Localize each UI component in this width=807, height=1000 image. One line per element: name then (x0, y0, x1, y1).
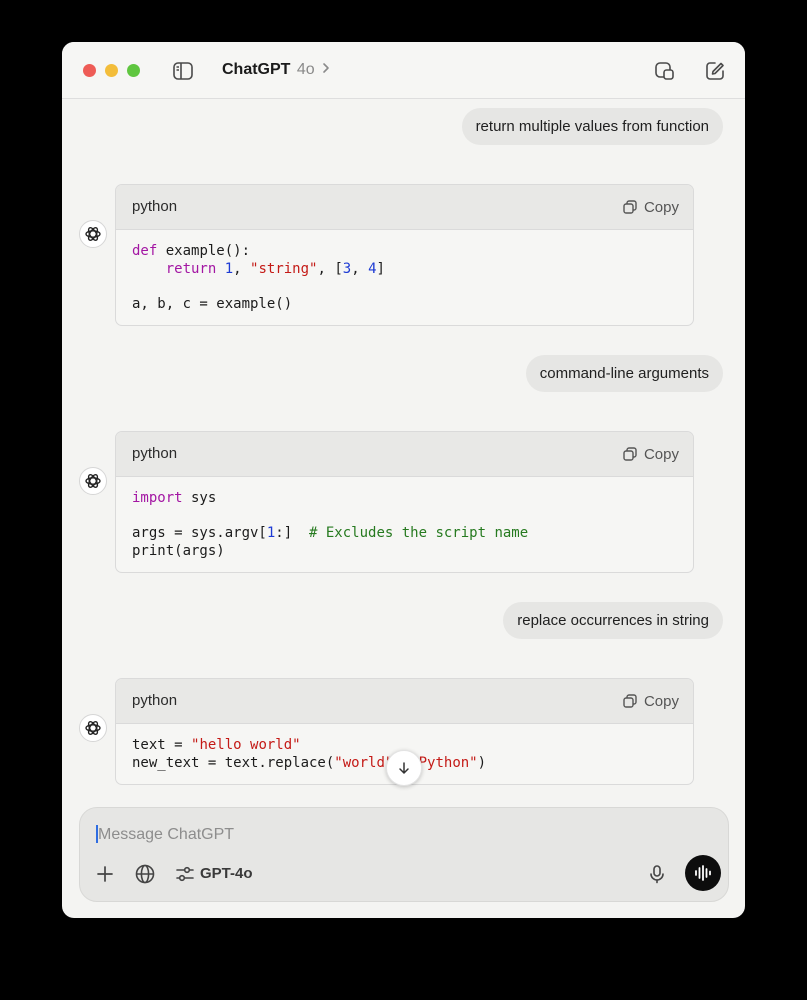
message-input[interactable] (96, 822, 700, 848)
compose-icon[interactable] (704, 60, 726, 82)
new-window-icon[interactable] (654, 60, 676, 82)
conversation[interactable]: return multiple values from function pyt… (62, 99, 745, 799)
code-block: python Copy import sys args = sys.argv[1… (115, 431, 694, 573)
code-content[interactable]: import sys args = sys.argv[1:] # Exclude… (116, 477, 693, 572)
copy-label: Copy (643, 445, 679, 463)
model-selector[interactable]: GPT-4o (200, 865, 253, 882)
title-bar: ChatGPT 4o (62, 42, 745, 99)
microphone-icon[interactable] (646, 863, 668, 885)
copy-label: Copy (643, 692, 679, 710)
code-header: python Copy (116, 679, 693, 724)
code-content[interactable]: def example(): return 1, "string", [3, 4… (116, 230, 693, 325)
text-caret (96, 825, 98, 843)
user-message: command-line arguments (525, 355, 723, 392)
openai-logo-icon (85, 474, 101, 488)
scroll-to-bottom-button[interactable] (386, 750, 422, 786)
sliders-icon[interactable] (174, 863, 196, 885)
code-language: python (132, 692, 178, 709)
message-composer: GPT-4o (79, 807, 729, 902)
copy-icon (623, 447, 637, 461)
minimize-window-button[interactable] (105, 64, 118, 77)
code-block: python Copy def example(): return 1, "st… (115, 184, 694, 326)
openai-logo-icon (85, 721, 101, 735)
copy-button[interactable]: Copy (622, 444, 679, 464)
user-message: return multiple values from function (461, 108, 723, 145)
copy-button[interactable]: Copy (622, 197, 679, 217)
copy-icon (623, 694, 637, 708)
assistant-avatar (79, 220, 107, 248)
globe-icon[interactable] (134, 863, 156, 885)
arrow-down-icon (399, 762, 409, 774)
assistant-avatar (79, 467, 107, 495)
voice-mode-button[interactable] (685, 855, 721, 891)
copy-label: Copy (643, 198, 679, 216)
code-header: python Copy (116, 432, 693, 477)
chatgpt-window: ChatGPT 4o return multiple values from f… (62, 42, 745, 918)
code-language: python (132, 198, 178, 215)
copy-icon (623, 200, 637, 214)
voice-mode-icon (695, 865, 711, 881)
sidebar-toggle-icon[interactable] (172, 60, 194, 82)
code-language: python (132, 445, 178, 462)
chevron-right-icon (319, 61, 333, 75)
code-header: python Copy (116, 185, 693, 230)
close-window-button[interactable] (83, 64, 96, 77)
app-title: ChatGPT (222, 61, 291, 78)
openai-logo-icon (85, 227, 101, 241)
model-switcher[interactable]: ChatGPT 4o (222, 61, 333, 79)
model-version: 4o (296, 61, 315, 78)
assistant-avatar (79, 714, 107, 742)
copy-button[interactable]: Copy (622, 691, 679, 711)
zoom-window-button[interactable] (127, 64, 140, 77)
plus-icon[interactable] (94, 863, 116, 885)
user-message: replace occurrences in string (503, 602, 723, 639)
